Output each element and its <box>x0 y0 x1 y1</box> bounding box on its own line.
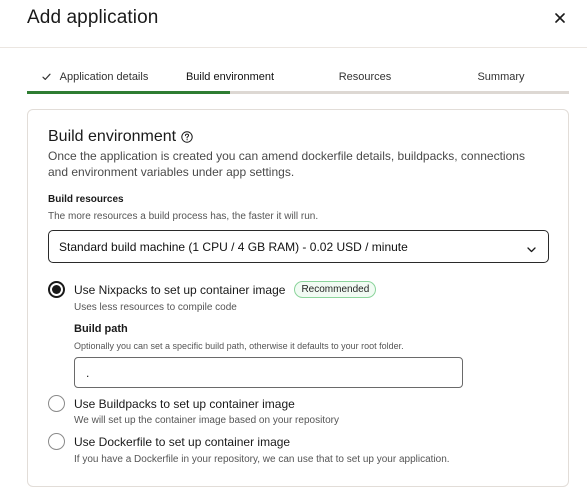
build-resources-description: The more resources a build process has, … <box>48 211 319 222</box>
step-resources[interactable]: Resources <box>297 66 433 88</box>
option-dockerfile[interactable]: Use Dockerfile to set up container image <box>48 433 290 450</box>
check-icon <box>42 73 51 81</box>
dialog-header: Add application <box>0 0 587 48</box>
help-circle-icon[interactable] <box>181 131 193 143</box>
section-title: Build environment <box>48 128 177 145</box>
section-description: Once the application is created you can … <box>48 149 525 179</box>
radio-nixpacks[interactable] <box>48 281 65 298</box>
step-build-environment[interactable]: Build environment <box>163 66 297 88</box>
step-application-details[interactable]: Application details <box>27 66 163 88</box>
progress-track <box>27 91 569 94</box>
dialog-title: Add application <box>27 7 159 28</box>
step-label: Resources <box>338 71 392 83</box>
recommended-badge: Recommended <box>294 281 377 298</box>
build-path-input[interactable] <box>74 357 463 388</box>
step-label: Build environment <box>185 71 275 83</box>
progress-fill <box>27 91 231 94</box>
option-description: Uses less resources to compile code <box>74 302 237 313</box>
option-label: Use Nixpacks to set up container image <box>74 282 286 297</box>
build-resources-value: Standard build machine (1 CPU / 4 GB RAM… <box>59 239 408 254</box>
option-nixpacks[interactable]: Use Nixpacks to set up container image R… <box>48 281 377 298</box>
radio-dockerfile[interactable] <box>48 433 65 450</box>
build-resources-select[interactable]: Standard build machine (1 CPU / 4 GB RAM… <box>48 230 549 263</box>
section-title-row: Build environment <box>48 128 193 146</box>
step-summary[interactable]: Summary <box>433 66 569 88</box>
radio-buildpacks[interactable] <box>48 395 65 412</box>
close-button[interactable] <box>549 7 571 29</box>
step-label: Application details <box>59 71 149 83</box>
chevron-down-icon <box>527 242 536 256</box>
build-environment-card: Build environment Once the application i… <box>27 109 569 487</box>
option-buildpacks[interactable]: Use Buildpacks to set up container image <box>48 395 295 412</box>
close-icon <box>555 13 565 23</box>
build-path-description: Optionally you can set a specific build … <box>74 341 404 351</box>
option-description: We will set up the container image based… <box>74 415 339 426</box>
option-description: If you have a Dockerfile in your reposit… <box>74 454 450 465</box>
option-label: Use Dockerfile to set up container image <box>74 434 291 449</box>
option-label: Use Buildpacks to set up container image <box>74 396 295 411</box>
build-resources-label: Build resources <box>48 194 124 205</box>
step-label: Summary <box>477 71 525 83</box>
stepper: Application details Build environment Re… <box>27 66 569 94</box>
build-path-label: Build path <box>74 323 128 335</box>
